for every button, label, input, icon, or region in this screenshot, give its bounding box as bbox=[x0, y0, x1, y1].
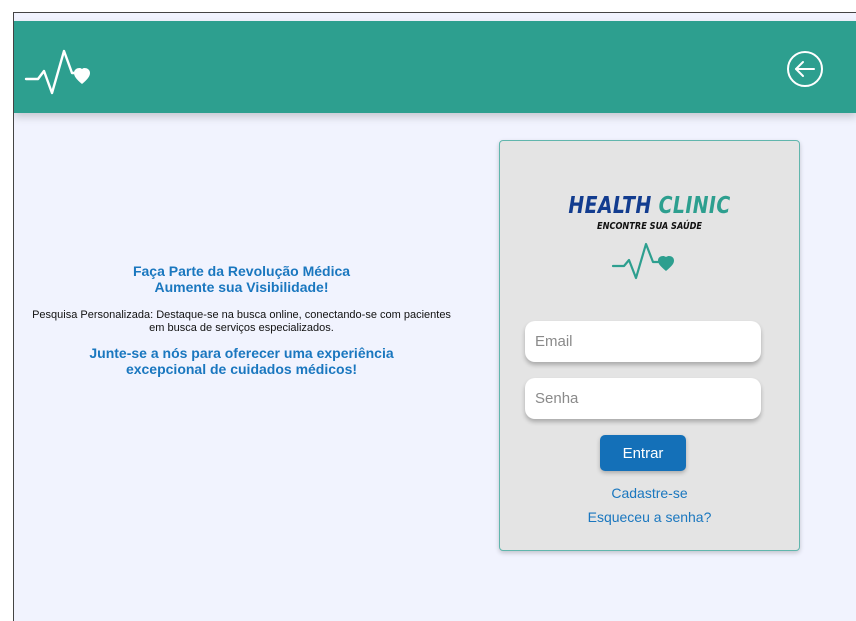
brand-word-clinic: CLINIC bbox=[658, 193, 731, 219]
brand-word-health: HEALTH bbox=[568, 193, 652, 219]
brand-logo: HEALTH CLINIC ENCONTRE SUA SAÚDE bbox=[500, 193, 799, 282]
top-navbar bbox=[14, 21, 856, 113]
signup-link[interactable]: Cadastre-se bbox=[500, 485, 799, 501]
promo-body-text: Pesquisa Personalizada: Destaque-se na b… bbox=[32, 309, 451, 334]
forgot-password-link[interactable]: Esqueceu a senha? bbox=[500, 509, 799, 525]
brand-tagline: ENCONTRE SUA SAÚDE bbox=[596, 221, 703, 232]
promo-call-to-action: Junte-se a nós para oferecer uma experiê… bbox=[89, 345, 394, 377]
promo-section: Faça Parte da Revolução Médica Aumente s… bbox=[14, 263, 469, 377]
page-frame: Faça Parte da Revolução Médica Aumente s… bbox=[13, 12, 856, 621]
heartbeat-heart-icon bbox=[611, 242, 674, 280]
heartbeat-heart-icon[interactable] bbox=[24, 43, 104, 99]
promo-title: Faça Parte da Revolução Médica Aumente s… bbox=[14, 263, 469, 295]
promo-title-line1: Faça Parte da Revolução Médica bbox=[132, 263, 351, 279]
login-button[interactable]: Entrar bbox=[600, 435, 686, 471]
password-field[interactable] bbox=[525, 378, 761, 419]
promo-title-line2: Aumente sua Visibilidade! bbox=[154, 279, 329, 295]
login-card: HEALTH CLINIC ENCONTRE SUA SAÚDE Entrar … bbox=[499, 140, 800, 551]
brand-name: HEALTH CLINIC bbox=[527, 193, 772, 219]
back-arrow-circle-icon[interactable] bbox=[785, 49, 825, 89]
email-field[interactable] bbox=[525, 321, 761, 362]
